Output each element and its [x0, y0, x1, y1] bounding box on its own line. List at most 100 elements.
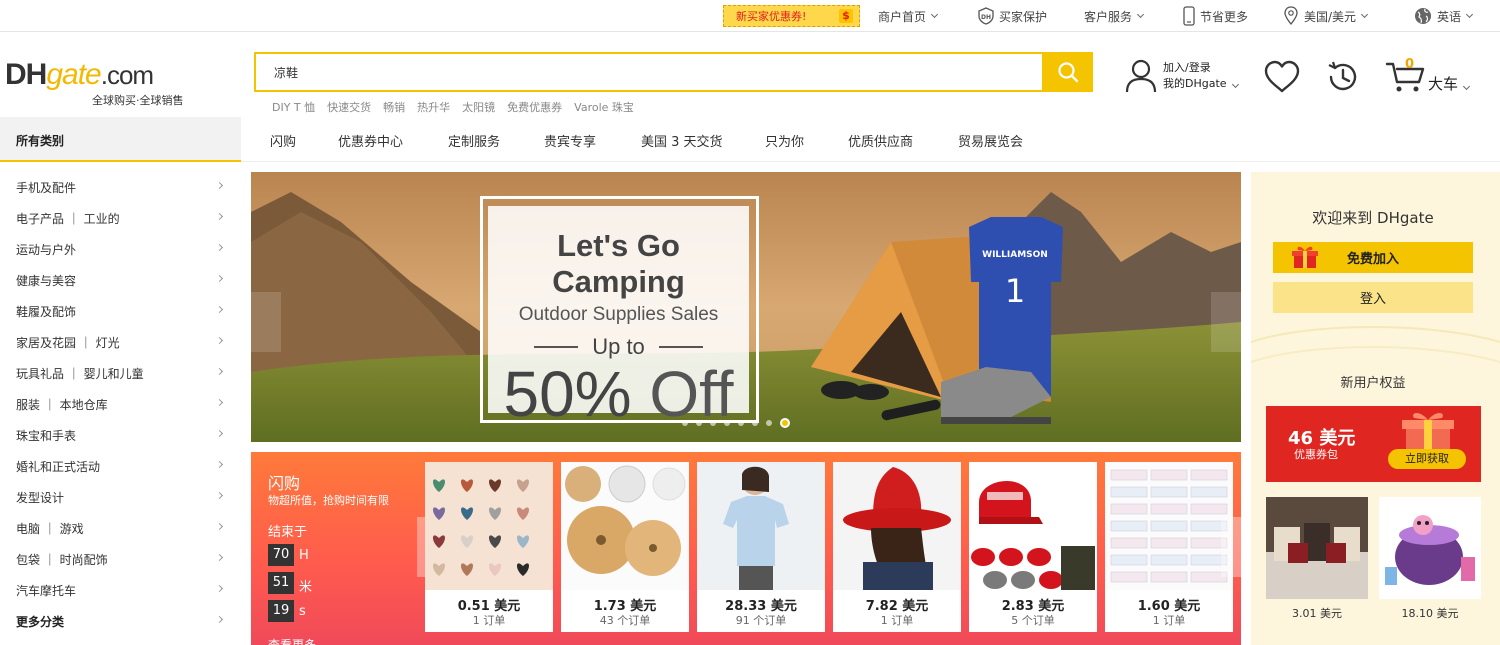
chevron-right-icon [215, 615, 224, 624]
new-buyer-coupon-link[interactable]: 新买家优惠券! $ [723, 5, 860, 27]
hot-word-link[interactable]: Varole 珠宝 [574, 99, 634, 115]
banner-next-arrow[interactable] [1211, 292, 1241, 352]
language-menu[interactable]: 英语 [1414, 0, 1474, 32]
merchant-home-menu[interactable]: 商户首页 [878, 0, 939, 32]
flash-sale-view-more[interactable]: 查看更多 [268, 636, 316, 645]
hot-word-link[interactable]: 太阳镜 [462, 99, 495, 115]
region-currency-menu[interactable]: 美国/美元 [1283, 0, 1369, 32]
product-card[interactable]: 2.83 美元 5 个订单 [969, 462, 1097, 632]
hot-word-link[interactable]: 免费优惠券 [507, 99, 562, 115]
sidebar-item-sports[interactable]: 运动与户外 [16, 241, 226, 258]
sidebar-item-home-garden[interactable]: 家居及花园 ｜ 灯光 [16, 334, 226, 351]
hot-word-link[interactable]: 畅销 [383, 99, 405, 115]
globe-icon [1415, 8, 1431, 24]
sidebar-item-phones[interactable]: 手机及配件 [16, 179, 226, 196]
divider [658, 346, 703, 348]
nav-item-custom-service[interactable]: 定制服务 [448, 131, 500, 150]
nav-item-coupon-center[interactable]: 优惠券中心 [338, 131, 403, 150]
save-more-link[interactable]: 节省更多 [1182, 0, 1248, 32]
promo-percent-value: 50% [503, 358, 632, 430]
product-orders: 1 订单 [472, 614, 506, 627]
join-free-button[interactable]: 免费加入 [1273, 242, 1473, 273]
gift-box-icon [1402, 413, 1454, 452]
recommend-product-card[interactable] [1379, 497, 1481, 599]
product-card[interactable]: 1.73 美元 43 个订单 [561, 462, 689, 632]
join-login-link[interactable]: 加入/登录 [1163, 60, 1238, 76]
banner-dot[interactable] [682, 420, 688, 426]
sidebar-item-weddings[interactable]: 婚礼和正式活动 [16, 458, 226, 475]
sidebar-item-toys[interactable]: 玩具礼品 ｜ 婴儿和儿童 [16, 365, 226, 382]
recommend-product-card[interactable] [1266, 497, 1368, 599]
claim-coupon-button[interactable]: 立即获取 [1388, 449, 1466, 469]
sidebar-item-shoes[interactable]: 鞋履及配饰 [16, 303, 226, 320]
recommend-product-price: 18.10 美元 [1401, 607, 1459, 620]
account-menu[interactable]: 加入/登录 我的DHgate [1163, 60, 1239, 92]
ticket-strip [1150, 554, 1188, 566]
cart-link[interactable]: 大车 [1428, 73, 1471, 94]
search-input[interactable]: 凉鞋 [254, 52, 1044, 92]
banner-pagination [682, 418, 790, 428]
sidebar-item-hair[interactable]: 发型设计 [16, 489, 226, 506]
flash-sale-next-arrow[interactable] [1221, 517, 1241, 577]
sidebar-item-bags[interactable]: 包袋 ｜ 时尚配饰 [16, 551, 226, 568]
hot-word-link[interactable]: DIY T 恤 [272, 99, 315, 115]
region-currency-label: 美国/美元 [1304, 9, 1357, 24]
dhgate-logo[interactable]: DHgate.com [5, 58, 154, 92]
chevron-right-icon [215, 398, 224, 407]
hot-word-link[interactable]: 热升华 [417, 99, 450, 115]
sidebar-item-jewelry[interactable]: 珠宝和手表 [16, 427, 226, 444]
sidebar-item-apparel[interactable]: 服装 ｜ 本地仓库 [16, 396, 226, 413]
banner-prev-arrow[interactable] [251, 292, 281, 352]
banner-dot[interactable] [752, 420, 758, 426]
user-icon[interactable] [1124, 58, 1158, 94]
chevron-down-icon [930, 10, 939, 19]
nav-item-vip[interactable]: 贵宾专享 [544, 131, 596, 150]
nav-item-flash-sale[interactable]: 闪购 [270, 131, 296, 150]
sidebar-item-electronics[interactable]: 电子产品 ｜ 工业的 [16, 210, 226, 227]
chevron-right-icon [215, 336, 224, 345]
product-card[interactable]: 1.60 美元 1 订单 [1105, 462, 1233, 632]
new-user-coupon[interactable]: 46 美元 优惠券包 立即获取 [1266, 406, 1481, 482]
logo-tagline: 全球购买·全球销售 [92, 94, 184, 107]
hot-word-link[interactable]: 快速交货 [327, 99, 371, 115]
promo-subtitle: Outdoor Supplies Sales [518, 304, 719, 325]
product-image-toy-cauldron [1379, 497, 1481, 599]
cart-count-badge: 0 [1405, 57, 1415, 72]
save-more-label: 节省更多 [1200, 9, 1249, 24]
customer-service-menu[interactable]: 客户服务 [1084, 0, 1145, 32]
ticket-strip [1110, 486, 1148, 498]
nav-item-just-for-you[interactable]: 只为你 [765, 131, 804, 150]
all-categories-header[interactable]: 所有类别 [0, 117, 241, 162]
my-dhgate-label: 我的DHgate [1163, 77, 1227, 90]
history-clock-icon[interactable] [1325, 59, 1361, 95]
join-free-label: 免费加入 [1346, 252, 1399, 267]
coupon-desc: 优惠券包 [1294, 448, 1338, 461]
login-button[interactable]: 登入 [1273, 282, 1473, 313]
product-card[interactable]: 7.82 美元 1 订单 [833, 462, 961, 632]
sidebar-item-automotive[interactable]: 汽车摩托车 [16, 582, 226, 599]
product-card[interactable]: 0.51 美元 1 订单 [425, 462, 553, 632]
nav-item-premium-suppliers[interactable]: 优质供应商 [848, 131, 913, 150]
product-card[interactable]: 28.33 美元 91 个订单 [697, 462, 825, 632]
banner-dot[interactable] [738, 420, 744, 426]
nav-item-us-3day[interactable]: 美国 3 天交货 [641, 131, 723, 150]
divider [534, 346, 579, 348]
product-image-cushions [1266, 497, 1368, 599]
search-button[interactable] [1043, 52, 1093, 92]
promo-upto-label: Up to [592, 334, 645, 359]
sidebar-item-health-beauty[interactable]: 健康与美容 [16, 272, 226, 289]
buyer-protection-link[interactable]: DH 买家保护 [977, 0, 1047, 32]
banner-dot-active[interactable] [780, 418, 790, 428]
chevron-down-icon [1462, 82, 1471, 91]
banner-dot[interactable] [696, 420, 702, 426]
banner-dot[interactable] [766, 420, 772, 426]
wishlist-heart-icon[interactable] [1263, 60, 1301, 94]
banner-dot[interactable] [710, 420, 716, 426]
sidebar-item-computers[interactable]: 电脑 ｜ 游戏 [16, 520, 226, 537]
main-nav: 闪购 优惠券中心 定制服务 贵宾专享 美国 3 天交货 只为你 优质供应商 贸易… [241, 117, 1500, 162]
ticket-strip [1110, 469, 1148, 481]
flash-sale-title: 闪购 [268, 474, 301, 493]
nav-item-trade-show[interactable]: 贸易展览会 [958, 131, 1023, 150]
sidebar-item-more[interactable]: 更多分类 [16, 613, 226, 630]
banner-dot[interactable] [724, 420, 730, 426]
